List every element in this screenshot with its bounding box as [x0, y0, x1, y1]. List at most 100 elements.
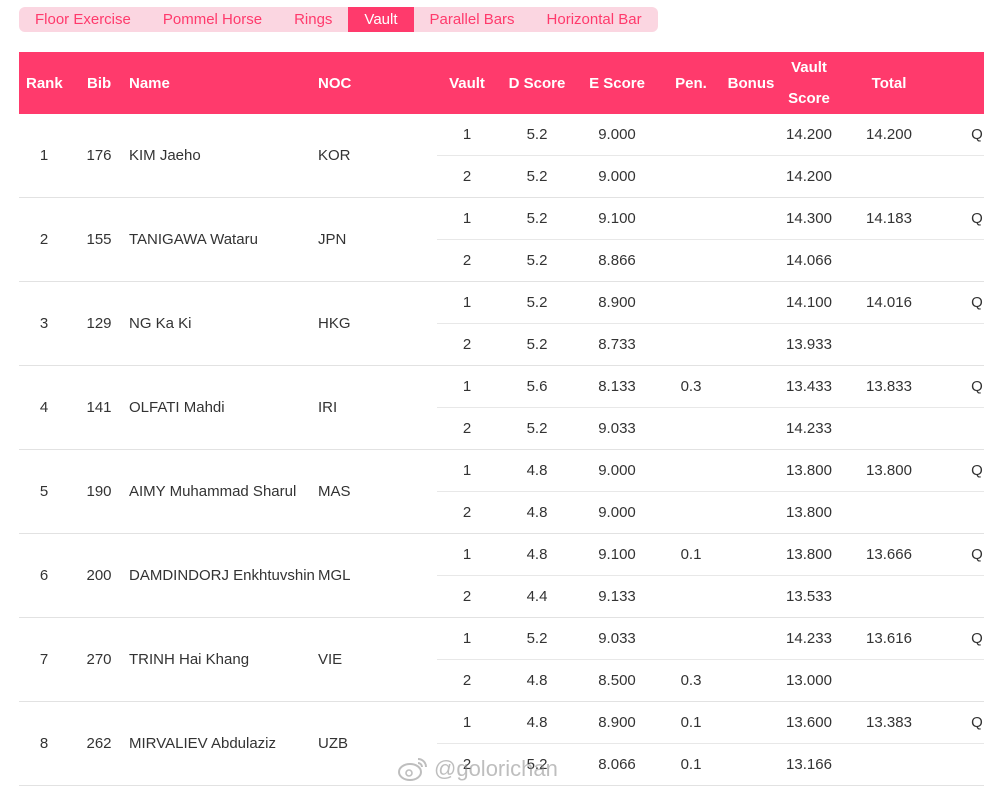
apparatus-tabs: Floor Exercise Pommel Horse Rings Vault Para…	[19, 7, 658, 32]
e-score-cell: 8.066	[598, 756, 636, 773]
bib-cell: 190	[86, 483, 112, 500]
total-cell: 13.616	[866, 630, 912, 647]
d-score-cell: 5.2	[526, 126, 548, 143]
rank-cell: 1	[39, 147, 49, 164]
total-cell: 14.200	[866, 126, 912, 143]
noc-cell: MGL	[318, 567, 351, 584]
header-vault: Vault	[449, 74, 485, 92]
rank-cell: 5	[39, 483, 49, 500]
header-bonus: Bonus	[727, 74, 775, 92]
d-score-cell: 5.2	[526, 420, 548, 437]
vault-score-cell: 14.200	[786, 126, 832, 143]
d-score-cell: 4.8	[526, 672, 548, 689]
qualification-badge: Q	[971, 126, 983, 143]
qualification-badge: Q	[971, 378, 983, 395]
tab-pommel-horse[interactable]: Pommel Horse	[147, 7, 278, 32]
vault-attempt-row: 2 5.2 8.066 0.1 13.166	[437, 744, 984, 786]
vault-score-cell: 14.300	[786, 210, 832, 227]
name-cell: OLFATI Mahdi	[129, 399, 225, 416]
name-cell: TANIGAWA Wataru	[129, 231, 258, 248]
d-score-cell: 5.2	[526, 294, 548, 311]
e-score-cell: 9.000	[598, 126, 636, 143]
table-row: 7 270 TRINH Hai Khang VIE 1 5.2 9.033 14.233 13.…	[19, 618, 984, 702]
bib-cell: 262	[86, 735, 112, 752]
vault-score-cell: 13.533	[786, 588, 832, 605]
tab-floor-exercise[interactable]: Floor Exercise	[19, 7, 147, 32]
vault-attempt-row: 1 4.8 8.900 0.1 13.600 13.383 Q	[437, 702, 984, 744]
d-score-cell: 5.2	[526, 252, 548, 269]
e-score-cell: 9.000	[598, 168, 636, 185]
e-score-cell: 9.000	[598, 462, 636, 479]
e-score-cell: 9.000	[598, 504, 636, 521]
vault-attempt-row: 1 5.6 8.133 0.3 13.433 13.833 Q	[437, 366, 984, 408]
d-score-cell: 4.8	[526, 714, 548, 731]
penalty-cell: 0.1	[680, 714, 702, 731]
vault-number-cell: 2	[462, 672, 472, 689]
tab-rings[interactable]: Rings	[278, 7, 348, 32]
vault-number-cell: 2	[462, 588, 472, 605]
bonus-cell	[723, 576, 779, 618]
vault-number-cell: 2	[462, 336, 472, 353]
vault-number-cell: 2	[462, 756, 472, 773]
header-noc: NOC	[318, 74, 352, 92]
bib-cell: 176	[86, 147, 112, 164]
table-row: 1 176 KIM Jaeho KOR 1 5.2 9.000 14.200 14.200 Q 2 5…	[19, 114, 984, 198]
e-score-cell: 8.900	[598, 294, 636, 311]
vault-score-cell: 14.233	[786, 420, 832, 437]
bib-cell: 155	[86, 231, 112, 248]
d-score-cell: 5.2	[526, 168, 548, 185]
name-cell: TRINH Hai Khang	[129, 651, 250, 668]
d-score-cell: 4.8	[526, 504, 548, 521]
penalty-cell	[667, 198, 715, 240]
vault-attempt-row: 2 4.8 8.500 0.3 13.000	[437, 660, 984, 702]
vault-number-cell: 1	[462, 630, 472, 647]
header-d-score: D Score	[508, 74, 566, 92]
penalty-cell	[667, 114, 715, 156]
penalty-cell	[667, 282, 715, 324]
name-cell: AIMY Muhammad Sharul	[129, 483, 297, 500]
header-rank: Rank	[26, 74, 63, 92]
bonus-cell	[723, 450, 779, 492]
bib-cell: 270	[86, 651, 112, 668]
vault-attempt-row: 1 4.8 9.100 0.1 13.800 13.666 Q	[437, 534, 984, 576]
rank-cell: 7	[39, 651, 49, 668]
noc-cell: JPN	[318, 231, 347, 248]
bonus-cell	[723, 492, 779, 534]
header-name: Name	[129, 74, 170, 92]
d-score-cell: 5.2	[526, 210, 548, 227]
table-row: 4 141 OLFATI Mahdi IRI 1 5.6 8.133 0.3 13.433 13.…	[19, 366, 984, 450]
header-vault-score-line2: Score	[788, 90, 830, 107]
tab-horizontal-bar[interactable]: Horizontal Bar	[531, 7, 658, 32]
header-pen: Pen.	[675, 74, 707, 92]
penalty-cell: 0.3	[680, 378, 702, 395]
d-score-cell: 5.6	[526, 378, 548, 395]
total-cell: 14.183	[866, 210, 912, 227]
d-score-cell: 5.2	[526, 756, 548, 773]
bib-cell: 141	[86, 399, 112, 416]
vault-number-cell: 1	[462, 126, 472, 143]
vault-score-cell: 13.000	[786, 672, 832, 689]
vault-attempt-row: 2 4.8 9.000 13.800	[437, 492, 984, 534]
total-cell: 13.833	[866, 378, 912, 395]
d-score-cell: 4.8	[526, 462, 548, 479]
vault-attempt-row: 1 5.2 9.033 14.233 13.616 Q	[437, 618, 984, 660]
bonus-cell	[723, 282, 779, 324]
noc-cell: KOR	[318, 147, 351, 164]
vault-score-cell: 13.933	[786, 336, 832, 353]
header-e-score: E Score	[589, 74, 645, 92]
table-row: 8 262 MIRVALIEV Abdulaziz UZB 1 4.8 8.900 0.1 13…	[19, 702, 984, 786]
vault-score-cell: 13.800	[786, 462, 832, 479]
rank-cell: 8	[39, 735, 49, 752]
tab-parallel-bars[interactable]: Parallel Bars	[414, 7, 531, 32]
bonus-cell	[723, 660, 779, 702]
rank-cell: 4	[39, 399, 49, 416]
vault-attempt-row: 1 4.8 9.000 13.800 13.800 Q	[437, 450, 984, 492]
bonus-cell	[723, 114, 779, 156]
e-score-cell: 9.133	[598, 588, 636, 605]
bonus-cell	[723, 534, 779, 576]
tab-vault[interactable]: Vault	[348, 7, 414, 32]
noc-cell: VIE	[318, 651, 343, 668]
noc-cell: IRI	[318, 399, 338, 416]
bonus-cell	[723, 324, 779, 366]
vault-number-cell: 1	[462, 210, 472, 227]
